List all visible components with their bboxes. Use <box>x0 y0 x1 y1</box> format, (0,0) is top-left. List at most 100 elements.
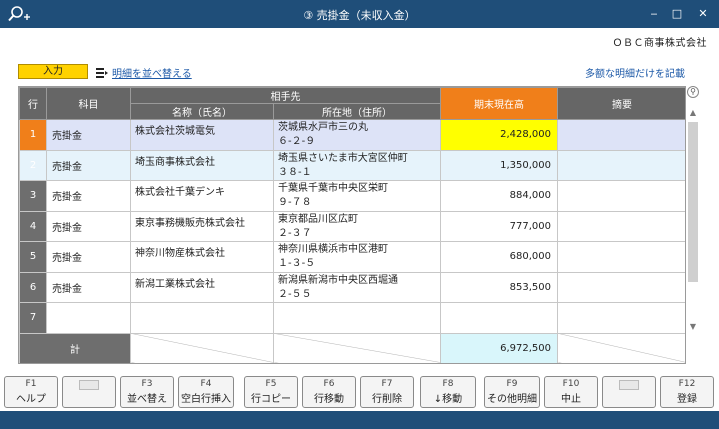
address-line-2: ２-３７ <box>278 227 312 239</box>
minimize-button[interactable]: ‒ <box>643 4 665 24</box>
f7-delete-row-button[interactable]: F7 行削除 <box>360 376 414 408</box>
zoom-icon[interactable]: ⚲ <box>687 86 699 98</box>
header-row-no: 行 <box>19 87 47 120</box>
fkey-number: F3 <box>141 379 153 389</box>
memo-cell[interactable] <box>557 302 685 334</box>
header-partner: 相手先 <box>130 87 441 104</box>
list-sort-icon <box>96 67 108 78</box>
table-row[interactable]: 4 売掛金 東京事務機販売株式会社 東京都品川区広町 ２-３７ 777,000 <box>19 210 685 242</box>
fkey-number: F6 <box>323 379 335 389</box>
f8-move-down-button[interactable]: F8 ↓移動 <box>420 376 476 408</box>
row-number: 4 <box>19 210 47 242</box>
partner-name-cell[interactable]: 埼玉商事株式会社 <box>130 149 274 181</box>
f9-other-details-button[interactable]: F9 その他明細 <box>484 376 540 408</box>
table-row[interactable]: 3 売掛金 株式会社千葉デンキ 千葉県千葉市中央区栄町 ９-７８ 884,000 <box>19 180 685 212</box>
partner-name-cell[interactable]: 東京事務機販売株式会社 <box>130 210 274 242</box>
scroll-down-icon[interactable]: ▼ <box>687 322 699 331</box>
fkey-number: F1 <box>25 379 37 389</box>
address-cell[interactable]: 茨城県水戸市三の丸 ６-２-９ <box>273 119 441 151</box>
subject-cell[interactable]: 売掛金 <box>46 149 131 181</box>
row-number: 7 <box>19 302 47 334</box>
subject-cell[interactable]: 売掛金 <box>46 210 131 242</box>
input-mode-badge[interactable]: 入力 <box>18 64 88 79</box>
memo-cell[interactable] <box>557 149 685 181</box>
f2-blank-button[interactable] <box>62 376 116 408</box>
fkey-number: F4 <box>200 379 212 389</box>
detail-grid: 行 科目 相手先 期末現在高 摘要 名称（氏名） 所在地（住所） 1 売掛金 株… <box>18 86 686 364</box>
sort-details-link[interactable]: 明細を並べ替える <box>96 65 192 80</box>
partner-name-cell[interactable]: 株式会社茨城電気 <box>130 119 274 151</box>
partner-name-cell[interactable]: 株式会社千葉デンキ <box>130 180 274 212</box>
toolbar: 入力 明細を並べ替える 多额な明細だけを記載 <box>0 62 719 82</box>
fkey-number: F10 <box>562 379 580 389</box>
header-address: 所在地（住所） <box>273 103 441 120</box>
subject-cell[interactable]: 売掛金 <box>46 180 131 212</box>
table-row[interactable]: 5 売掛金 神奈川物産株式会社 神奈川県横浜市中区港町 １-３-５ 680,000 <box>19 241 685 273</box>
memo-cell[interactable] <box>557 180 685 212</box>
address-cell[interactable]: 新潟県新潟市中央区西堀通 ２-５５ <box>273 271 441 303</box>
vertical-scrollbar[interactable]: ⚲ ▲ ▼ <box>687 86 699 334</box>
address-line-2: ２-５５ <box>278 288 312 300</box>
f11-blank-button[interactable] <box>602 376 656 408</box>
f10-cancel-button[interactable]: F10 中止 <box>544 376 598 408</box>
memo-cell[interactable] <box>557 271 685 303</box>
f1-help-button[interactable]: F1 ヘルプ <box>4 376 58 408</box>
total-amount: 6,972,500 <box>440 332 558 363</box>
subject-cell[interactable]: 売掛金 <box>46 241 131 273</box>
amount-cell[interactable]: 853,500 <box>440 271 558 303</box>
partner-name-cell[interactable]: 新潟工業株式会社 <box>130 271 274 303</box>
address-line-1: 神奈川県横浜市中区港町 <box>278 244 388 255</box>
multi-amount-link[interactable]: 多额な明細だけを記載 <box>585 65 685 80</box>
memo-cell[interactable] <box>557 119 685 151</box>
scroll-up-icon[interactable]: ▲ <box>687 108 699 117</box>
scroll-thumb[interactable] <box>688 122 698 282</box>
total-address-blank <box>273 332 441 363</box>
total-row: 計 6,972,500 <box>19 332 685 363</box>
address-cell[interactable]: 神奈川県横浜市中区港町 １-３-５ <box>273 241 441 273</box>
address-line-2: ９-７８ <box>278 197 312 208</box>
table-row[interactable]: 1 売掛金 株式会社茨城電気 茨城県水戸市三の丸 ６-２-９ 2,428,000 <box>19 119 685 151</box>
row-number: 5 <box>19 241 47 273</box>
amount-cell[interactable]: 1,350,000 <box>440 149 558 181</box>
address-cell[interactable] <box>273 302 441 334</box>
company-name: ＯＢＣ商事株式会社 <box>612 38 707 49</box>
address-cell[interactable]: 埼玉県さいたま市大宮区仲町 ３８-１ <box>273 149 441 181</box>
fkey-label: 行削除 <box>372 394 402 405</box>
address-line-1: 東京都品川区広町 <box>278 213 358 225</box>
amount-cell[interactable]: 2,428,000 <box>440 119 558 151</box>
partner-name-cell[interactable] <box>130 302 274 334</box>
f6-move-row-button[interactable]: F6 行移動 <box>302 376 356 408</box>
fkey-label: 行コピー <box>251 394 291 405</box>
sort-details-label: 明細を並べ替える <box>112 69 192 80</box>
row-number: 1 <box>19 119 47 151</box>
address-cell[interactable]: 千葉県千葉市中央区栄町 ９-７８ <box>273 180 441 212</box>
address-cell[interactable]: 東京都品川区広町 ２-３７ <box>273 210 441 242</box>
f12-register-button[interactable]: F12 登録 <box>660 376 714 408</box>
fkey-label: 並べ替え <box>127 394 167 405</box>
table-row[interactable]: 6 売掛金 新潟工業株式会社 新潟県新潟市中央区西堀通 ２-５５ 853,500 <box>19 271 685 303</box>
maximize-button[interactable]: □ <box>666 4 688 24</box>
close-button[interactable]: ✕ <box>692 4 714 24</box>
partner-name-cell[interactable]: 神奈川物産株式会社 <box>130 241 274 273</box>
amount-cell[interactable] <box>440 302 558 334</box>
table-row[interactable]: 7 <box>19 302 685 334</box>
fkey-number <box>619 380 639 390</box>
amount-cell[interactable]: 680,000 <box>440 241 558 273</box>
address-line-2: ３８-１ <box>278 166 312 178</box>
f4-insert-row-button[interactable]: F4 空白行挿入 <box>178 376 234 408</box>
fkey-number: F5 <box>265 379 277 389</box>
address-line-2: ６-２-９ <box>278 136 316 147</box>
subject-cell[interactable]: 売掛金 <box>46 119 131 151</box>
fkey-label: ヘルプ <box>16 394 46 405</box>
memo-cell[interactable] <box>557 210 685 242</box>
subject-cell[interactable] <box>46 302 131 334</box>
f5-copy-row-button[interactable]: F5 行コピー <box>244 376 298 408</box>
subject-cell[interactable]: 売掛金 <box>46 271 131 303</box>
memo-cell[interactable] <box>557 241 685 273</box>
f3-sort-button[interactable]: F3 並べ替え <box>120 376 174 408</box>
table-row[interactable]: 2 売掛金 埼玉商事株式会社 埼玉県さいたま市大宮区仲町 ３８-１ 1,350,0… <box>19 149 685 181</box>
amount-cell[interactable]: 777,000 <box>440 210 558 242</box>
address-line-1: 千葉県千葉市中央区栄町 <box>278 183 388 194</box>
amount-cell[interactable]: 884,000 <box>440 180 558 212</box>
header-amount: 期末現在高 <box>440 87 558 120</box>
